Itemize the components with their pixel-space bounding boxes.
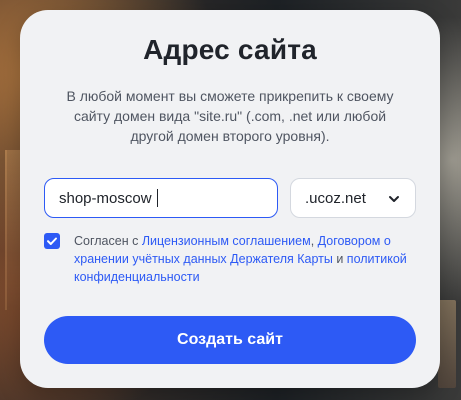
domain-zone-select[interactable]: .ucoz.net	[290, 178, 416, 218]
modal-title: Адрес сайта	[143, 34, 317, 65]
license-agreement-link[interactable]: Лицензионным соглашением	[142, 234, 311, 248]
agreement-text: Согласен с Лицензионным соглашением, Дог…	[74, 234, 407, 284]
checkmark-icon	[47, 237, 57, 245]
background-lamp-light	[438, 300, 456, 388]
domain-input[interactable]	[44, 178, 278, 218]
modal-description: В любой момент вы сможете прикрепить к с…	[66, 88, 394, 144]
create-site-button[interactable]: Создать сайт	[44, 316, 416, 364]
domain-zone-value: .ucoz.net	[305, 190, 366, 207]
chevron-down-icon	[387, 192, 401, 206]
text-caret	[157, 189, 158, 207]
agreement-checkbox[interactable]	[44, 233, 60, 249]
create-site-modal: Адрес сайта В любой момент вы сможете пр…	[20, 10, 440, 388]
